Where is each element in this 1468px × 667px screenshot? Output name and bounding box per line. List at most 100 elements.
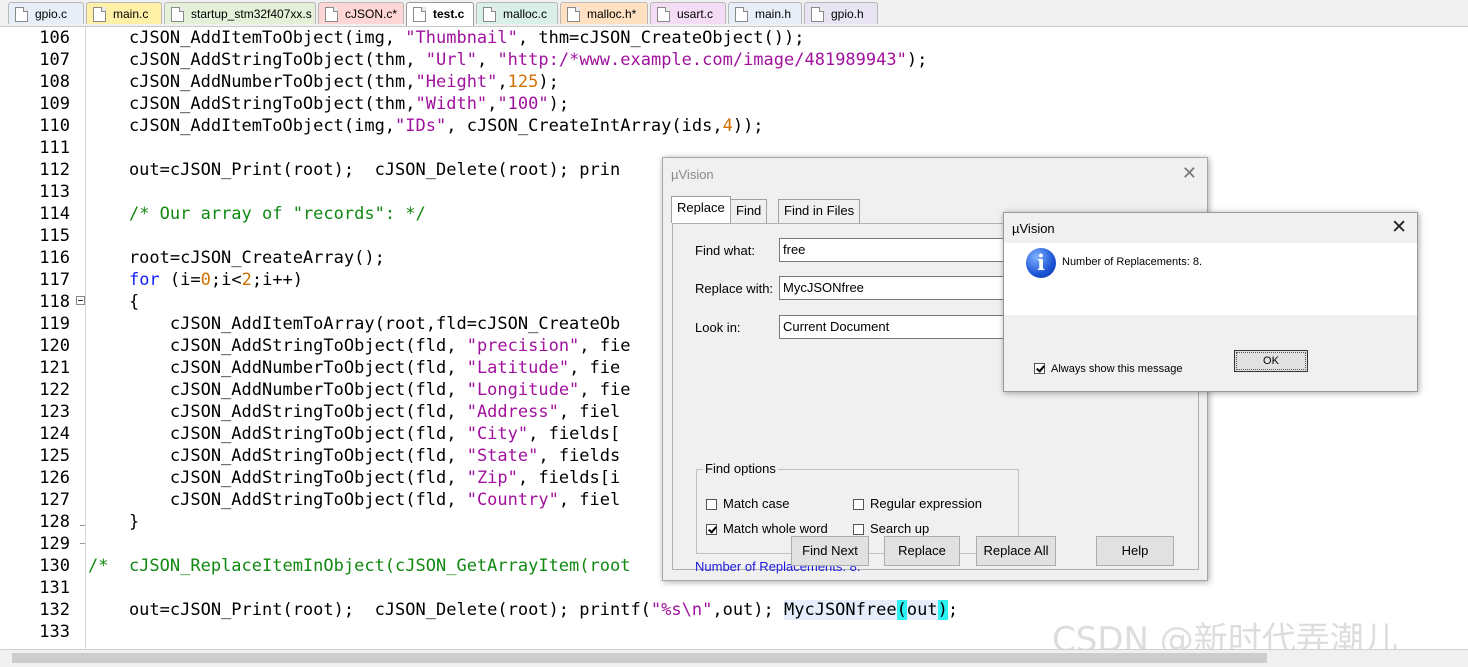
tab-label: startup_stm32f407xx.s — [191, 7, 312, 21]
line-number: 111 — [39, 138, 70, 158]
tab-startup-s[interactable]: startup_stm32f407xx.s — [164, 2, 316, 24]
replace-button[interactable]: Replace — [884, 536, 960, 566]
code-line[interactable]: 110 cJSON_AddItemToObject(img,"IDs", cJS… — [0, 115, 1468, 137]
tab-find-in-files[interactable]: Find in Files — [778, 199, 861, 223]
line-number: 127 — [39, 490, 70, 510]
checkbox-box — [853, 524, 864, 535]
highlighted-word: MycJSONfree — [784, 600, 897, 620]
find-next-button[interactable]: Find Next — [791, 536, 869, 566]
line-number: 108 — [39, 72, 70, 92]
look-in-select[interactable]: Current Document — [779, 315, 1014, 339]
replace-with-input[interactable]: MycJSONfree — [779, 276, 1014, 300]
scrollbar-thumb[interactable] — [12, 653, 1267, 663]
line-number: 126 — [39, 468, 70, 488]
code-line[interactable]: 111 — [0, 137, 1468, 159]
code-text: /* cJSON_ReplaceItemInObject(cJSON_GetAr… — [88, 556, 631, 576]
code-line[interactable]: 107 cJSON_AddStringToObject(thm, "Url", … — [0, 49, 1468, 71]
line-number: 114 — [39, 204, 70, 224]
tab-gpio-h[interactable]: gpio.h — [804, 2, 878, 24]
close-icon[interactable]: ✕ — [1182, 163, 1197, 184]
file-icon — [735, 7, 748, 22]
line-number: 128 — [39, 512, 70, 532]
replace-all-button[interactable]: Replace All — [976, 536, 1056, 566]
find-options-label: Find options — [703, 461, 778, 476]
file-icon — [15, 7, 28, 22]
file-icon — [567, 7, 580, 22]
tab-find[interactable]: Find — [730, 199, 768, 223]
code-text: cJSON_AddStringToObject(fld, "City", fie… — [88, 424, 621, 444]
line-number: 107 — [39, 50, 70, 70]
tab-malloc-c[interactable]: malloc.c — [476, 2, 558, 24]
code-text: root=cJSON_CreateArray(); — [88, 248, 385, 268]
brace-match: ( — [896, 600, 907, 620]
look-in-label: Look in: — [695, 320, 741, 335]
code-text: for (i=0;i<2;i++) — [128, 270, 304, 290]
horizontal-scrollbar[interactable] — [0, 649, 1468, 667]
ok-button[interactable]: OK — [1234, 350, 1308, 372]
line-number: 121 — [39, 358, 70, 378]
search-up-checkbox[interactable]: Search up — [853, 521, 929, 536]
code-text: cJSON_AddStringToObject(fld, "Zip", fiel… — [88, 468, 621, 488]
line-number: 131 — [39, 578, 70, 598]
tab-label: gpio.h — [831, 7, 864, 21]
tab-usart-c[interactable]: usart.c — [650, 2, 726, 24]
code-line[interactable]: 109 cJSON_AddStringToObject(thm,"Width",… — [0, 93, 1468, 115]
code-text: cJSON_AddNumberToObject(fld, "Longitude"… — [88, 380, 631, 400]
tab-main-h[interactable]: main.h — [728, 2, 802, 24]
tab-gpio-c[interactable]: gpio.c — [8, 2, 84, 24]
tab-cjson-c[interactable]: cJSON.c* — [318, 2, 404, 24]
find-what-input[interactable]: free — [779, 238, 1014, 262]
line-number: 133 — [39, 622, 70, 642]
tab-label: main.h — [755, 7, 792, 21]
tab-replace[interactable]: Replace — [671, 196, 731, 223]
code-line[interactable]: 108 cJSON_AddNumberToObject(thm,"Height"… — [0, 71, 1468, 93]
tab-label: gpio.c — [35, 7, 68, 21]
code-text: cJSON_AddNumberToObject(thm,"Height",125… — [88, 72, 559, 92]
line-number: 123 — [39, 402, 70, 422]
match-case-checkbox[interactable]: Match case — [706, 496, 789, 511]
find-what-label: Find what: — [695, 243, 755, 258]
code-text: cJSON_AddItemToObject(img,"IDs", cJSON_C… — [88, 116, 764, 136]
line-number: 125 — [39, 446, 70, 466]
dialog-title: µVision — [671, 167, 714, 182]
file-icon — [657, 7, 670, 22]
replace-with-label: Replace with: — [695, 281, 774, 296]
code-text: cJSON_AddItemToArray(root,fld=cJSON_Crea… — [88, 314, 621, 334]
message-box: µVision ✕ i Number of Replacements: 8. A… — [1003, 212, 1418, 392]
file-icon — [413, 7, 426, 22]
message-title: µVision — [1012, 221, 1055, 236]
tab-label: malloc.c — [503, 7, 548, 21]
close-icon[interactable]: ✕ — [1391, 216, 1407, 239]
code-text: /* Our array of "records": */ — [128, 204, 426, 224]
tab-malloc-h[interactable]: malloc.h* — [560, 2, 648, 24]
checkbox-box — [706, 499, 717, 510]
regular-expression-checkbox[interactable]: Regular expression — [853, 496, 982, 511]
code-line[interactable]: 106 cJSON_AddItemToObject(img, "Thumbnai… — [0, 27, 1468, 49]
fold-end-marker — [80, 525, 85, 526]
file-icon — [811, 7, 824, 22]
match-whole-word-checkbox[interactable]: Match whole word — [706, 521, 828, 536]
help-button[interactable]: Help — [1096, 536, 1174, 566]
code-text: { — [88, 292, 140, 312]
tab-label: cJSON.c* — [345, 7, 398, 21]
file-icon — [93, 7, 106, 22]
line-number: 117 — [39, 270, 70, 290]
checkbox-checked-icon — [1034, 363, 1045, 374]
line-number: 119 — [39, 314, 70, 334]
always-show-checkbox[interactable]: Always show this message — [1034, 363, 1182, 375]
tab-test-c[interactable]: test.c — [406, 2, 474, 26]
code-text: out=cJSON_Print(root); cJSON_Delete(root… — [88, 160, 621, 180]
code-text: cJSON_AddStringToObject(fld, "State", fi… — [88, 446, 621, 466]
file-icon — [325, 7, 338, 22]
line-number: 122 — [39, 380, 70, 400]
file-icon — [483, 7, 496, 22]
tab-label: malloc.h* — [587, 7, 637, 21]
line-number: 118 — [39, 292, 70, 312]
line-number: 116 — [39, 248, 70, 268]
fold-collapse-icon[interactable] — [76, 296, 85, 305]
tab-main-c[interactable]: main.c — [86, 2, 162, 24]
tab-label: usart.c — [677, 7, 714, 21]
message-body: i Number of Replacements: 8. — [1004, 243, 1417, 315]
line-number: 112 — [39, 160, 70, 180]
line-number: 113 — [39, 182, 70, 202]
